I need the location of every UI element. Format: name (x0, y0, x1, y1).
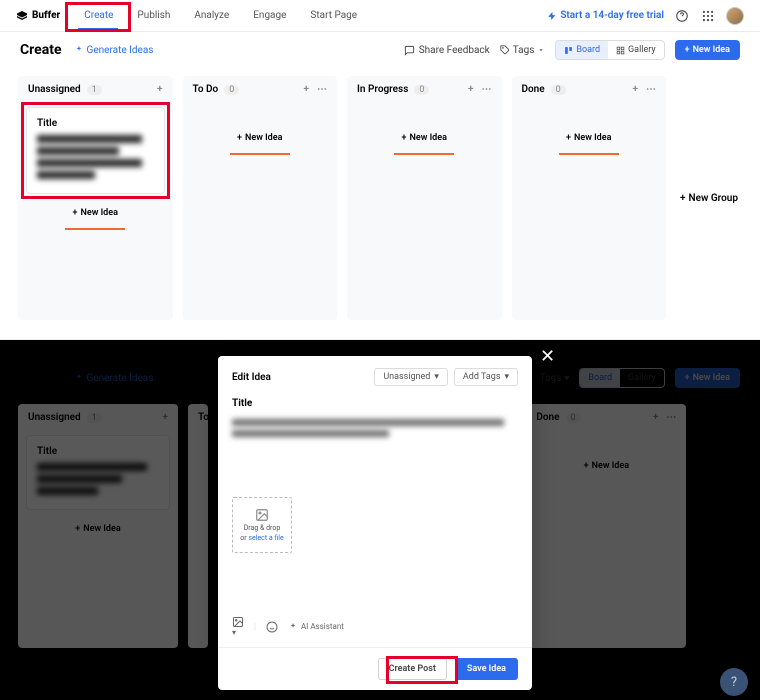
column-title: Unassigned (28, 84, 81, 95)
modal-title: Edit Idea (232, 372, 271, 383)
nav-analyze[interactable]: Analyze (194, 10, 229, 21)
chevron-down-icon (537, 46, 545, 54)
add-icon[interactable]: + (157, 84, 163, 95)
column-count: 0 (224, 85, 239, 95)
nav-create[interactable]: Create (84, 10, 113, 21)
nav-publish[interactable]: Publish (137, 10, 170, 21)
tags-dropdown[interactable]: Tags (500, 45, 546, 56)
edit-idea-modal: Edit Idea Unassigned▾ Add Tags▾ Title Dr… (218, 356, 532, 690)
column-new-idea[interactable]: +New Idea (347, 123, 502, 153)
idea-card[interactable]: Title (26, 107, 165, 194)
column-done: Done 0 + ⋯ +New Idea (512, 76, 667, 320)
column-inprogress: In Progress 0 + ⋯ +New Idea (347, 76, 502, 320)
add-icon[interactable]: + (633, 84, 639, 95)
ai-assistant-button[interactable]: AI Assistant (288, 622, 344, 632)
column-title: In Progress (357, 84, 408, 95)
more-icon[interactable]: ⋯ (646, 84, 656, 95)
trial-link[interactable]: Start a 14-day free trial (547, 10, 664, 21)
avatar[interactable] (726, 7, 744, 25)
add-icon[interactable]: + (468, 84, 474, 95)
card-title: Title (37, 118, 154, 129)
close-icon[interactable]: ✕ (540, 346, 555, 367)
image-icon (255, 508, 269, 522)
page-toolbar: Create Generate Generate IdeasIdeas Shar… (0, 32, 760, 68)
column-new-idea[interactable]: +New Idea (183, 123, 338, 153)
new-idea-button[interactable]: +New Idea (675, 40, 740, 60)
more-icon[interactable]: ⋯ (482, 84, 492, 95)
column-unassigned: Unassigned 1 + Title +New Idea (18, 76, 173, 320)
save-idea-button[interactable]: Save Idea (455, 658, 518, 680)
share-feedback-link[interactable]: Share Feedback (404, 45, 490, 56)
add-icon[interactable]: + (304, 84, 310, 95)
logo: Buffer (16, 10, 60, 22)
column-title: Done (522, 84, 545, 95)
select-file-link[interactable]: select a file (248, 534, 283, 542)
nav-engage[interactable]: Engage (253, 10, 286, 21)
more-icon[interactable]: ⋯ (317, 84, 327, 95)
column-count: 0 (551, 85, 566, 95)
idea-title[interactable]: Title (232, 398, 518, 409)
view-board-button[interactable]: Board (556, 41, 608, 59)
nav-startpage[interactable]: Start Page (310, 10, 357, 21)
page-title: Create (20, 42, 62, 58)
column-new-idea[interactable]: +New Idea (18, 198, 173, 228)
column-title: To Do (193, 84, 219, 95)
new-group-button[interactable]: +New Group (676, 76, 742, 320)
column-todo: To Do 0 + ⋯ +New Idea (183, 76, 338, 320)
generate-ideas-link[interactable]: Generate Generate IdeasIdeas (74, 45, 154, 56)
help-bubble[interactable]: ? (720, 668, 748, 696)
column-count: 1 (87, 85, 102, 95)
create-post-button[interactable]: Create Post (378, 658, 447, 680)
emoji-icon[interactable] (266, 621, 278, 633)
help-icon[interactable] (674, 8, 690, 24)
kanban-board: Unassigned 1 + Title +New Idea To Do (0, 68, 760, 328)
apps-icon[interactable] (700, 8, 716, 24)
pill-add-tags[interactable]: Add Tags▾ (454, 368, 518, 386)
pill-unassigned[interactable]: Unassigned▾ (374, 368, 448, 386)
column-count: 0 (414, 85, 429, 95)
column-new-idea[interactable]: +New Idea (512, 123, 667, 153)
view-gallery-button[interactable]: Gallery (608, 41, 664, 59)
file-dropzone[interactable]: Drag & drop or select a file (232, 497, 292, 553)
media-icon[interactable]: ▾ (232, 616, 244, 637)
